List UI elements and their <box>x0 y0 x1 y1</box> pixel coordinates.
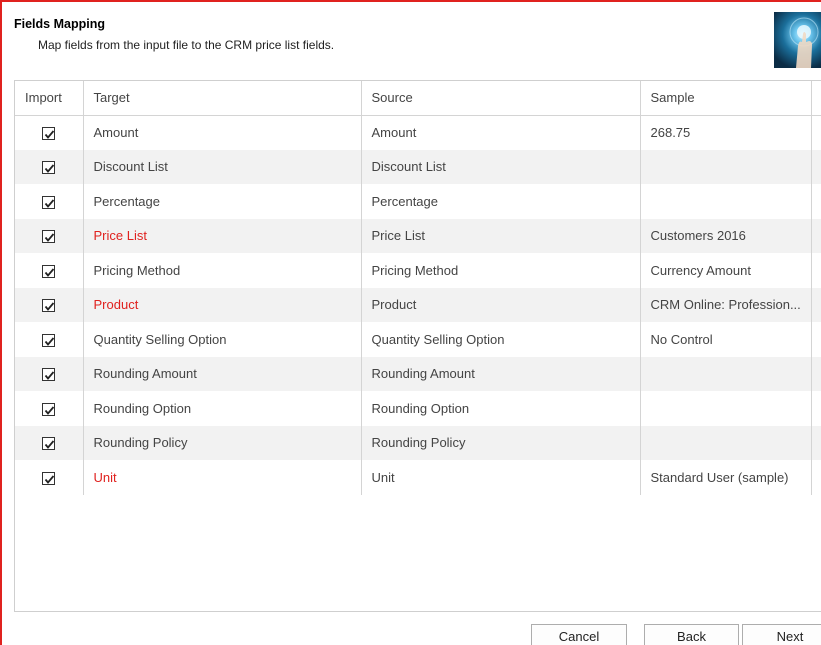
checkmark-icon <box>45 440 55 450</box>
import-checkbox[interactable] <box>42 402 56 416</box>
target-cell: Amount <box>83 115 362 150</box>
table-row[interactable]: Quantity Selling Option Quantity Selling … <box>15 322 821 357</box>
table-row[interactable]: Pricing Method Pricing Method Currency Amo… <box>15 253 821 288</box>
target-cell: Product <box>83 287 362 322</box>
wizard-header: Fields Mapping Map fields from the input… <box>4 4 821 74</box>
sample-cell <box>640 356 812 391</box>
sample-cell: Customers 2016 <box>640 218 812 253</box>
import-checkbox[interactable] <box>42 195 56 209</box>
table-row[interactable]: Rounding Option Rounding Option <box>15 391 821 426</box>
sample-cell <box>640 184 812 219</box>
checkmark-icon <box>45 371 55 381</box>
checkmark-icon <box>45 130 55 139</box>
sample-cell: Standard User (sample) <box>640 460 812 495</box>
column-header-sample[interactable]: Sample <box>640 81 812 116</box>
sample-cell: CRM Online: Profession... <box>640 287 812 322</box>
source-cell[interactable]: Rounding Policy <box>361 425 641 460</box>
source-cell[interactable]: Product <box>361 287 641 322</box>
table-row[interactable]: Amount Amount 268.75 <box>15 115 821 150</box>
target-cell: Percentage <box>83 184 362 219</box>
target-cell: Quantity Selling Option <box>83 322 362 357</box>
source-cell[interactable]: Quantity Selling Option <box>361 322 641 357</box>
sample-cell <box>640 149 812 184</box>
page-subtitle: Map fields from the input file to the CR… <box>38 38 335 52</box>
table-row[interactable]: Rounding Amount Rounding Amount <box>15 356 821 391</box>
column-header-target[interactable]: Target <box>83 81 362 116</box>
import-checkbox[interactable] <box>42 299 56 313</box>
source-cell[interactable]: Discount List <box>361 149 641 184</box>
fields-mapping-grid: Import Target Source Sample Amount Amount… <box>14 80 821 612</box>
page-title: Fields Mapping <box>14 17 105 31</box>
import-checkbox[interactable] <box>42 127 56 141</box>
checkmark-icon <box>45 268 55 277</box>
checkmark-icon <box>45 164 55 174</box>
import-cell <box>15 391 84 426</box>
import-cell <box>15 460 84 495</box>
table-row[interactable]: Product Product CRM Online: Profession... <box>15 287 821 322</box>
source-cell[interactable]: Rounding Amount <box>361 356 641 391</box>
import-cell <box>15 115 84 150</box>
import-cell <box>15 425 84 460</box>
table-row[interactable]: Rounding Policy Rounding Policy <box>15 425 821 460</box>
import-cell <box>15 184 84 219</box>
import-checkbox[interactable] <box>42 333 56 347</box>
sample-cell: Currency Amount <box>640 253 812 288</box>
import-checkbox[interactable] <box>42 437 56 451</box>
target-cell: Discount List <box>83 149 362 184</box>
table-row[interactable]: Percentage Percentage <box>15 184 821 219</box>
checkmark-icon <box>45 199 55 208</box>
target-cell: Rounding Option <box>83 391 362 426</box>
source-cell[interactable]: Unit <box>361 460 641 495</box>
import-cell <box>15 218 84 253</box>
import-cell <box>15 149 84 184</box>
import-checkbox[interactable] <box>42 230 56 244</box>
import-cell <box>15 287 84 322</box>
checkmark-icon <box>45 302 55 312</box>
target-cell: Rounding Policy <box>83 425 362 460</box>
crm-hand-touch-image <box>774 12 821 68</box>
import-wizard-window: Fields Mapping Map fields from the input… <box>0 0 821 645</box>
table-row[interactable]: Unit Unit Standard User (sample) <box>15 460 821 495</box>
column-header-import[interactable]: Import <box>15 81 84 116</box>
source-cell[interactable]: Price List <box>361 218 641 253</box>
checkmark-icon <box>45 337 55 346</box>
grid-header-row: Import Target Source Sample <box>15 81 821 116</box>
wizard-footer: Cancel Back Next <box>4 614 821 645</box>
cancel-button[interactable]: Cancel <box>531 624 627 645</box>
sample-cell: 268.75 <box>640 115 812 150</box>
checkmark-icon <box>45 233 55 243</box>
source-cell[interactable]: Rounding Option <box>361 391 641 426</box>
sample-cell: No Control <box>640 322 812 357</box>
target-cell: Rounding Amount <box>83 356 362 391</box>
checkmark-icon <box>45 406 55 415</box>
import-checkbox[interactable] <box>42 161 56 175</box>
sample-cell <box>640 425 812 460</box>
import-cell <box>15 356 84 391</box>
import-cell <box>15 322 84 357</box>
import-cell <box>15 253 84 288</box>
source-cell[interactable]: Pricing Method <box>361 253 641 288</box>
source-cell[interactable]: Percentage <box>361 184 641 219</box>
table-row[interactable]: Discount List Discount List <box>15 149 821 184</box>
table-row[interactable]: Price List Price List Customers 2016 <box>15 218 821 253</box>
source-cell[interactable]: Amount <box>361 115 641 150</box>
checkmark-icon <box>45 475 55 484</box>
back-button[interactable]: Back <box>644 624 739 645</box>
sample-cell <box>640 391 812 426</box>
import-checkbox[interactable] <box>42 368 56 382</box>
import-checkbox[interactable] <box>42 264 56 278</box>
target-cell: Price List <box>83 218 362 253</box>
next-button[interactable]: Next <box>742 624 821 645</box>
vertical-scrollbar[interactable] <box>817 116 821 612</box>
import-checkbox[interactable] <box>42 471 56 485</box>
column-header-spacer <box>811 81 821 116</box>
target-cell: Unit <box>83 460 362 495</box>
target-cell: Pricing Method <box>83 253 362 288</box>
column-header-source[interactable]: Source <box>361 81 641 116</box>
